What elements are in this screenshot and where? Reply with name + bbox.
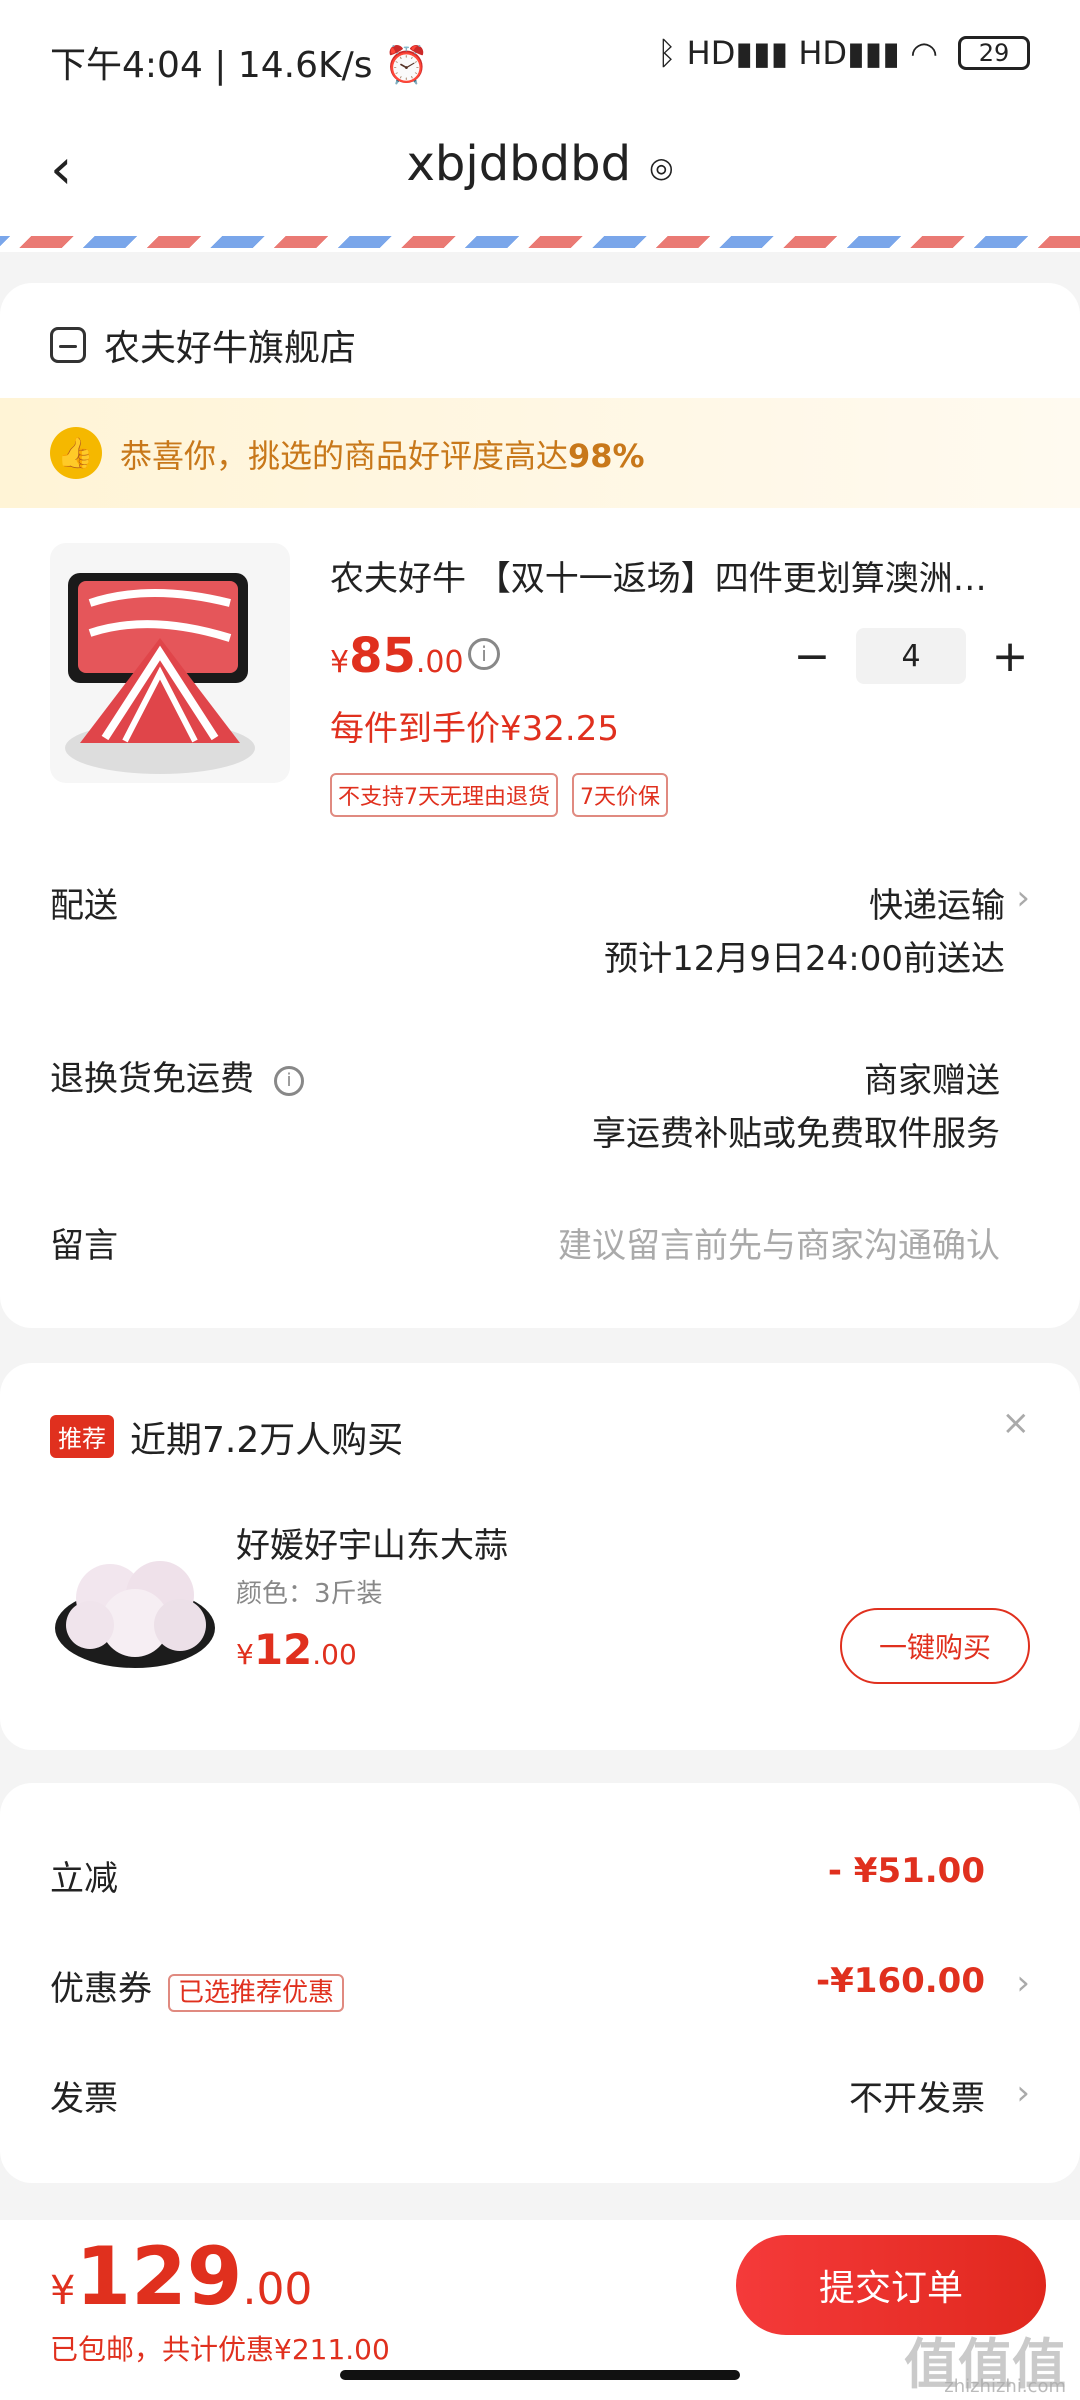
product-image[interactable] <box>50 543 290 783</box>
status-icons: ᛒ HD▮▮▮ HD▮▮▮ ◠ 29 <box>657 34 1030 72</box>
order-card: 农夫好牛旗舰店 👍 恭喜你，挑选的商品好评度高达98% 农夫好牛 【双十一返场】… <box>0 283 1080 1328</box>
return-value: 商家赠送 <box>864 1061 1000 1101</box>
discount-label: 立减 <box>50 1859 118 1899</box>
store-row[interactable]: 农夫好牛旗舰店 <box>50 319 356 371</box>
product-price: ¥85.00 <box>330 628 464 684</box>
coupon-value[interactable]: -¥160.00 <box>816 1961 985 2001</box>
recommend-card: 推荐 近期7.2万人购买 × 好媛好宇山东大蒜 颜色：3斤装 ¥12.00 一键… <box>0 1363 1080 1750</box>
quantity-input[interactable]: 4 <box>856 628 966 684</box>
envelope-border <box>0 230 1080 252</box>
discount-value: - ¥51.00 <box>827 1851 985 1891</box>
recommend-item-price: ¥12.00 <box>236 1625 357 1674</box>
summary-card: 立减 - ¥51.00 优惠券 已选推荐优惠 -¥160.00 › 发票 不开发票… <box>0 1783 1080 2183</box>
message-label: 留言 <box>50 1226 118 1266</box>
delivery-method[interactable]: 快递运输 <box>869 878 1005 927</box>
battery-icon: 29 <box>958 36 1030 70</box>
status-bar: 下午4:04 | 14.6K/s ⏰ ᛒ HD▮▮▮ HD▮▮▮ ◠ 29 <box>0 0 1080 120</box>
minus-button[interactable]: − <box>792 631 832 682</box>
delivery-label: 配送 <box>50 886 118 926</box>
total-note: 已包邮，共计优惠¥211.00 <box>50 2333 390 2366</box>
recommend-item-spec: 颜色：3斤装 <box>236 1579 383 1609</box>
garlic-image[interactable] <box>50 1513 220 1683</box>
return-info-icon[interactable]: i <box>274 1065 304 1096</box>
total-price: ¥129.00 <box>50 2230 313 2323</box>
plus-button[interactable]: + <box>990 631 1030 682</box>
coupon-chevron-icon[interactable]: › <box>1016 1963 1030 2003</box>
recommend-item-name[interactable]: 好媛好宇山东大蒜 <box>236 1518 508 1567</box>
tag-no-return: 不支持7天无理由退货 <box>330 773 558 817</box>
product-title[interactable]: 农夫好牛 【双十一返场】四件更划算澳洲… <box>330 551 1030 600</box>
message-input[interactable]: 建议留言前先与商家沟通确认 <box>558 1218 1000 1267</box>
quantity-stepper: − 4 + <box>792 628 1030 684</box>
invoice-chevron-icon[interactable]: › <box>1016 2073 1030 2113</box>
watermark-url: zhizhizhi.com <box>944 2376 1066 2397</box>
invoice-value[interactable]: 不开发票 <box>849 2071 985 2120</box>
delivery-chevron-icon[interactable]: › <box>1016 878 1030 918</box>
tag-price-protect: 7天价保 <box>572 773 668 817</box>
banner-text: 恭喜你，挑选的商品好评度高达98% <box>120 437 645 475</box>
invoice-label: 发票 <box>50 2079 118 2119</box>
coupon-tag: 已选推荐优惠 <box>168 1974 345 2012</box>
home-indicator[interactable] <box>340 2370 740 2380</box>
one-click-buy-button[interactable]: 一键购买 <box>840 1608 1030 1684</box>
thumbs-up-icon: 👍 <box>50 427 102 479</box>
product-tags: 不支持7天无理由退货 7天价保 <box>330 773 668 817</box>
price-info-icon[interactable]: i <box>468 638 500 670</box>
return-label: 退换货免运费 i <box>50 1051 304 1100</box>
address-title[interactable]: xbjdbdbd ◎ <box>0 136 1080 192</box>
coupon-label-row: 优惠券 已选推荐优惠 <box>50 1961 345 2012</box>
recommend-title: 近期7.2万人购买 <box>130 1420 404 1461</box>
nav-bar: ‹ xbjdbdbd ◎ <box>0 120 1080 230</box>
store-name: 农夫好牛旗舰店 <box>104 328 357 369</box>
status-time: 下午4:04 | 14.6K/s ⏰ <box>50 45 429 86</box>
close-icon[interactable]: × <box>1002 1403 1031 1443</box>
unit-price: 每件到手价¥32.25 <box>330 709 619 749</box>
rating-banner: 👍 恭喜你，挑选的商品好评度高达98% <box>0 398 1080 508</box>
delivery-eta: 预计12月9日24:00前送达 <box>604 939 1005 979</box>
location-pin-icon: ◎ <box>649 150 674 184</box>
return-desc: 享运费补贴或免费取件服务 <box>592 1114 1000 1154</box>
store-icon <box>50 327 86 363</box>
signal-icon: ᛒ HD▮▮▮ HD▮▮▮ ◠ <box>657 34 938 72</box>
address-text: xbjdbdbd <box>406 136 632 192</box>
recommend-badge: 推荐 <box>50 1415 114 1458</box>
